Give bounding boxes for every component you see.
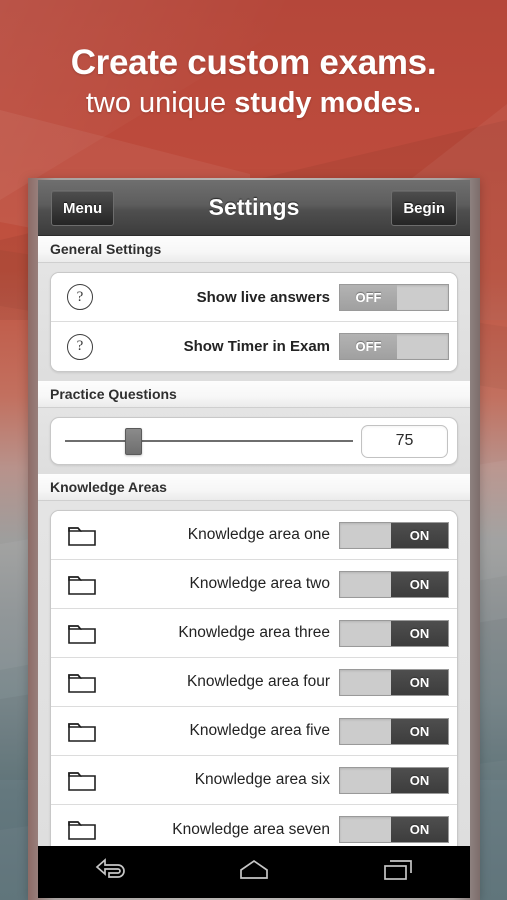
folder-icon — [67, 719, 111, 744]
back-button[interactable] — [38, 846, 182, 898]
table-row[interactable]: ? Show live answers OFF — [51, 273, 457, 322]
promo-line-1: Create custom exams. — [70, 43, 437, 82]
home-button[interactable] — [182, 846, 326, 898]
toggle-knob: ON — [391, 571, 448, 597]
folder-icon — [67, 523, 111, 548]
phone-screen: Menu Settings Begin General Settings ? Sh… — [38, 180, 470, 898]
toggle-knob: ON — [391, 620, 448, 646]
begin-button[interactable]: Begin — [391, 190, 457, 226]
section-header-general: General Settings — [38, 236, 470, 263]
section-header-practice: Practice Questions — [38, 381, 470, 408]
back-icon — [93, 857, 127, 887]
slider-track — [65, 440, 353, 442]
row-label: Show Timer in Exam — [183, 338, 330, 355]
practice-questions-list: 75 — [38, 408, 470, 474]
table-row[interactable]: ? Show Timer in Exam OFF — [51, 322, 457, 371]
general-settings-list: ? Show live answers OFF? Show Timer in Exam… — [38, 263, 470, 381]
toggle-knob: ON — [391, 767, 448, 793]
row-label: Show live answers — [196, 288, 330, 306]
toggle-switch[interactable]: ON — [339, 521, 449, 549]
toggle-switch[interactable]: ON — [339, 816, 449, 843]
toggle-switch[interactable]: ON — [339, 570, 449, 598]
toggle-switch[interactable]: ON — [339, 668, 449, 696]
phone-device-frame: Menu Settings Begin General Settings ? Sh… — [28, 178, 480, 900]
knowledge-areas-list: Knowledge area one ON Knowledge area two ON… — [38, 501, 470, 864]
android-navigation-bar — [38, 846, 470, 898]
question-mark-glyph: ? — [67, 284, 93, 310]
practice-questions-card: 75 — [50, 417, 458, 465]
toggle-knob: OFF — [340, 284, 397, 310]
toggle-knob: ON — [391, 522, 448, 548]
row-label: Knowledge area three — [178, 624, 330, 641]
section-header-knowledge: Knowledge Areas — [38, 474, 470, 501]
practice-questions-value[interactable]: 75 — [361, 424, 448, 458]
toggle-knob: ON — [391, 718, 448, 744]
toggle-switch[interactable]: ON — [339, 619, 449, 647]
table-row[interactable]: Knowledge area three ON — [51, 609, 457, 658]
recents-button[interactable] — [326, 846, 470, 898]
table-row[interactable]: Knowledge area six ON — [51, 756, 457, 805]
row-label: Knowledge area one — [187, 526, 330, 543]
table-row[interactable]: Knowledge area one ON — [51, 511, 457, 560]
toggle-switch[interactable]: OFF — [339, 283, 449, 311]
knowledge-areas-card: Knowledge area one ON Knowledge area two ON… — [50, 510, 458, 855]
toggle-switch[interactable]: ON — [339, 717, 449, 745]
table-row[interactable]: Knowledge area four ON — [51, 658, 457, 707]
toggle-knob: ON — [391, 669, 448, 695]
promo-headline: Create custom exams. two unique study mo… — [0, 42, 507, 122]
question-mark-glyph: ? — [67, 333, 93, 360]
row-label: Knowledge area six — [194, 771, 330, 788]
folder-icon — [67, 621, 111, 646]
action-bar: Menu Settings Begin — [38, 180, 470, 236]
folder-icon — [67, 572, 111, 597]
toggle-switch[interactable]: OFF — [339, 333, 449, 360]
general-settings-card: ? Show live answers OFF? Show Timer in Exam… — [50, 272, 458, 372]
promo-line-2: two unique study modes. — [0, 84, 507, 122]
table-row[interactable]: Knowledge area two ON — [51, 560, 457, 609]
row-label: Knowledge area seven — [172, 820, 330, 838]
table-row[interactable]: Knowledge area five ON — [51, 707, 457, 756]
toggle-switch[interactable]: ON — [339, 766, 449, 794]
toggle-knob: OFF — [340, 334, 397, 359]
promo-line-2-bold: study modes. — [234, 87, 422, 119]
recents-icon — [381, 858, 415, 887]
folder-icon — [67, 817, 111, 842]
row-label: Knowledge area five — [189, 722, 330, 739]
question-mark-icon: ? — [67, 333, 111, 360]
question-mark-icon: ? — [67, 284, 111, 310]
row-label: Knowledge area two — [189, 575, 330, 592]
toggle-knob: ON — [391, 817, 448, 842]
folder-icon — [67, 768, 111, 793]
home-icon — [237, 858, 271, 887]
slider-thumb[interactable] — [125, 428, 143, 455]
promo-line-2-plain: two unique — [85, 87, 235, 119]
row-label: Knowledge area four — [186, 673, 330, 690]
practice-questions-slider[interactable] — [65, 426, 361, 456]
folder-icon — [67, 670, 111, 695]
